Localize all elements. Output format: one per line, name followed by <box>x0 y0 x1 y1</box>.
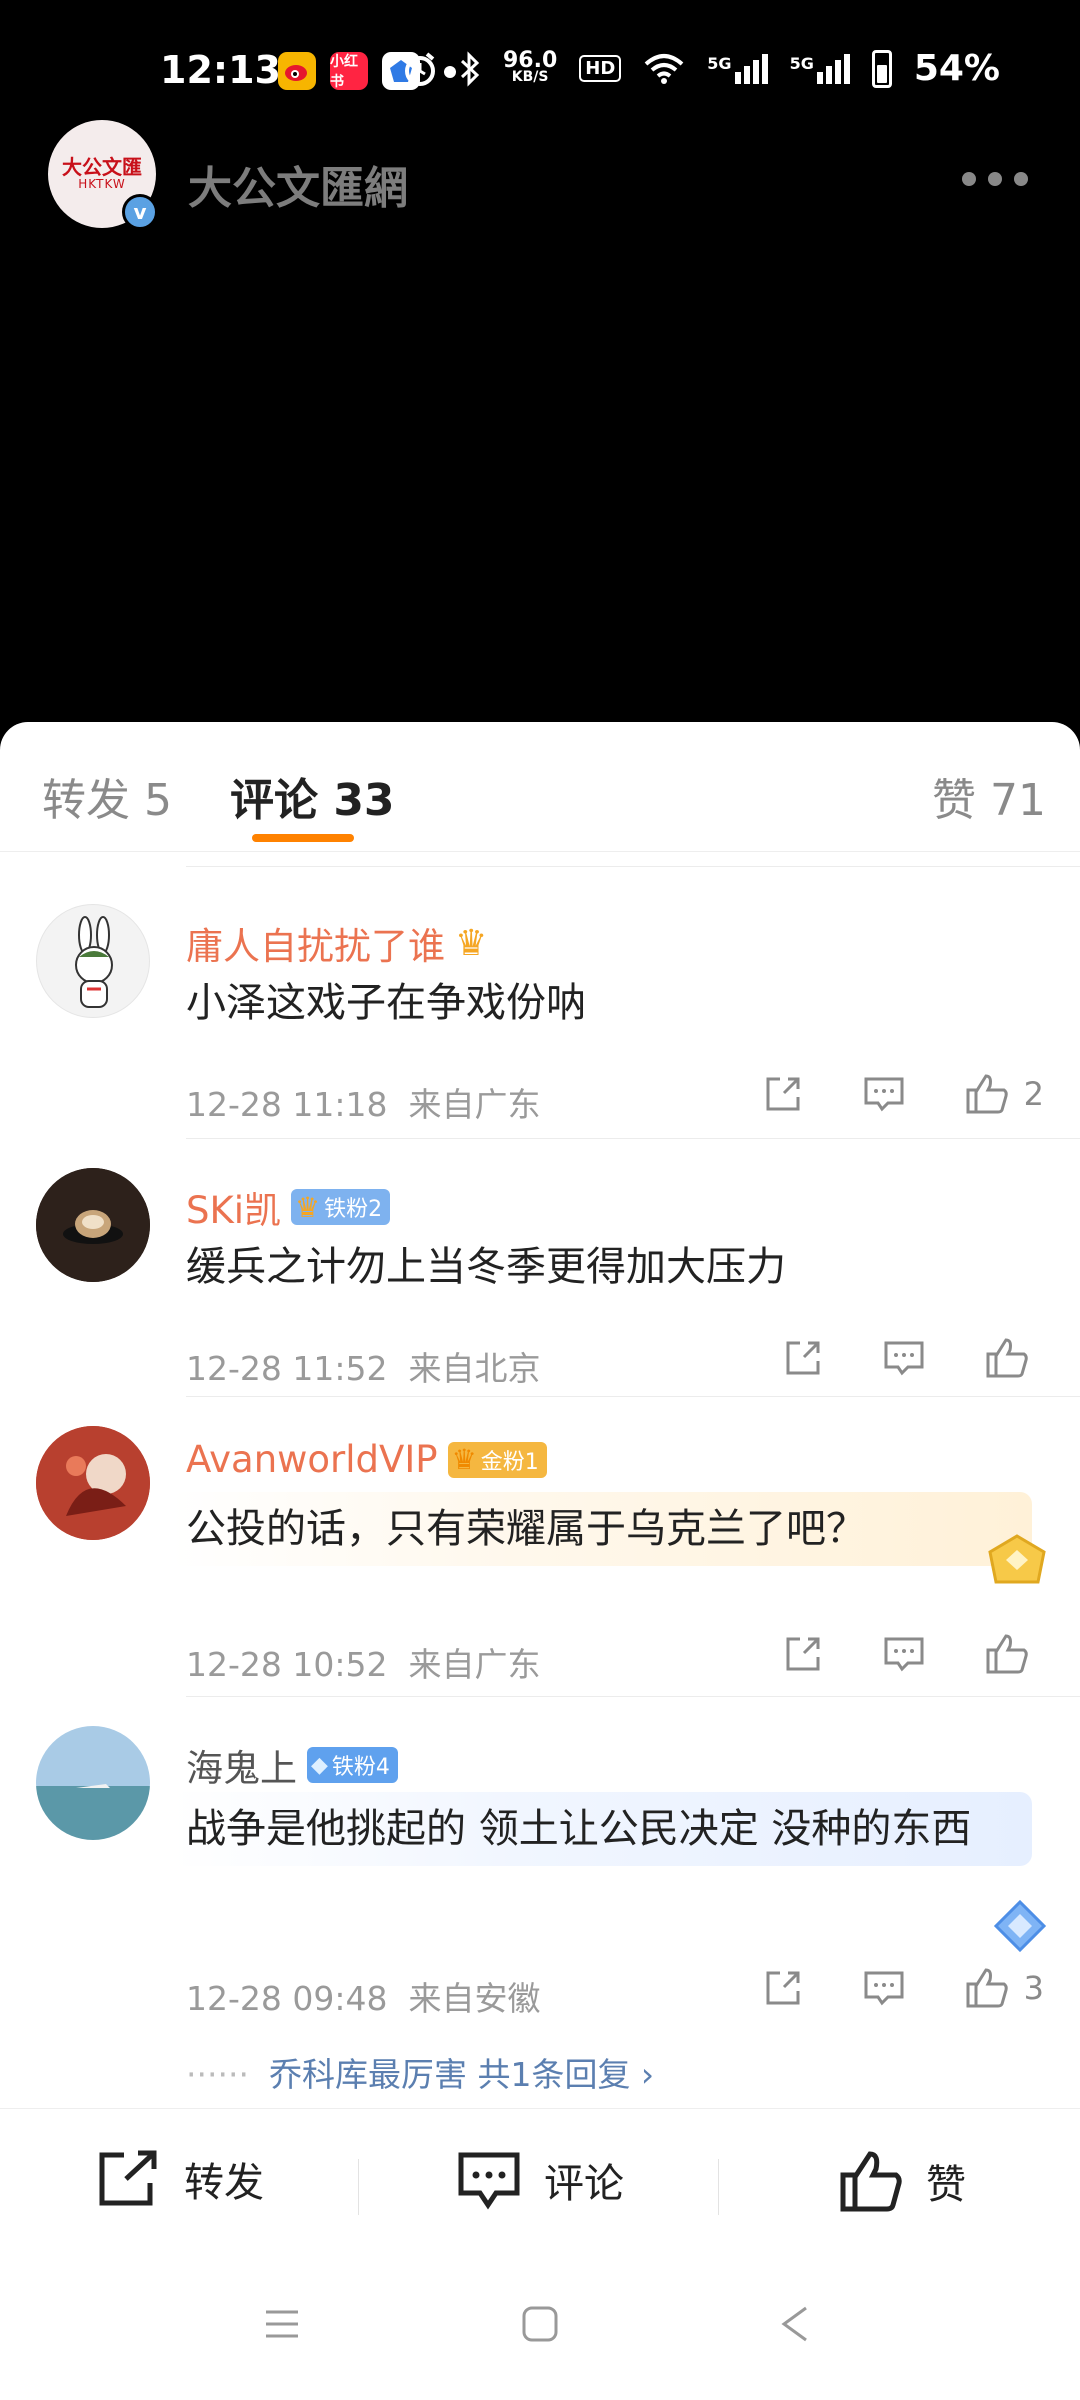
status-icons: 96.0 KB/S HD 5G 5G 54% <box>403 48 1000 89</box>
tab-bar: 转发 5 评论 33 赞 71 <box>0 722 1080 852</box>
home-nav-icon[interactable] <box>520 2304 560 2348</box>
more-options-icon[interactable] <box>962 172 1028 186</box>
comment-button[interactable]: 评论 <box>456 2149 624 2211</box>
share-icon <box>766 1077 800 1111</box>
signal-2-icon: 5G <box>790 53 850 84</box>
bottom-action-bar: 转发 评论 赞 <box>0 2108 1080 2258</box>
thumbs-up-icon <box>966 1968 1008 2008</box>
username[interactable]: 庸人自扰扰了谁 ♛ <box>186 916 487 970</box>
share-icon <box>766 1971 800 2005</box>
status-time: 12:13 <box>160 48 281 92</box>
like-count: 3 <box>1023 1969 1044 2007</box>
user-avatar[interactable] <box>36 1168 150 1282</box>
thumbs-up-icon <box>966 1074 1008 1114</box>
username[interactable]: SKi凯 ♛ 铁粉2 <box>186 1180 391 1234</box>
reply-button[interactable] <box>862 1073 906 1115</box>
comment-actions: 3 <box>762 1966 1044 2010</box>
comment-meta: 12-28 10:52 来自广东 <box>186 1645 541 1684</box>
profile-name[interactable]: 大公文匯網 <box>188 152 408 216</box>
reply-button[interactable] <box>882 1633 926 1675</box>
xiaohongshu-app-icon: 小红书 <box>330 52 368 90</box>
comment-icon <box>864 1077 904 1112</box>
user-avatar[interactable] <box>36 1426 150 1540</box>
share-button[interactable] <box>762 1967 804 2009</box>
like-button[interactable] <box>984 1632 1044 1676</box>
divider <box>186 1696 1080 1697</box>
comment-meta: 12-28 11:18 来自广东 <box>186 1085 541 1124</box>
user-avatar[interactable] <box>36 904 150 1018</box>
like-button[interactable]: 3 <box>964 1966 1044 2010</box>
like-button[interactable]: 赞 <box>838 2149 966 2213</box>
like-count: 2 <box>1023 1075 1044 1113</box>
comment-actions <box>782 1336 1044 1380</box>
system-nav-bar <box>0 2258 1080 2400</box>
like-button[interactable] <box>984 1336 1044 1380</box>
thumbs-up-icon <box>840 2151 902 2212</box>
username[interactable]: 海鬼上 ◆ 铁粉4 <box>186 1738 398 1792</box>
divider <box>186 1396 1080 1397</box>
fan-badge: ♛ 铁粉2 <box>291 1189 391 1225</box>
share-button[interactable] <box>782 1633 824 1675</box>
comment-actions <box>782 1632 1044 1676</box>
back-nav-icon[interactable] <box>776 2304 816 2348</box>
fan-badge: ◆ 铁粉4 <box>307 1747 398 1783</box>
comment-text: 战争是他挑起的 领土让公民决定 没种的东西 <box>172 1792 1032 1866</box>
comment-icon <box>884 1637 924 1672</box>
comment-icon <box>884 1341 924 1376</box>
bar-separator <box>358 2159 359 2215</box>
active-tab-indicator <box>252 834 354 842</box>
menu-nav-icon[interactable] <box>262 2304 302 2348</box>
share-icon <box>786 1341 820 1375</box>
logo-sub: HKTKW <box>78 177 126 191</box>
thumbs-up-icon <box>986 1634 1028 1674</box>
comment-meta: 12-28 11:52 来自北京 <box>186 1349 541 1388</box>
verified-icon: v <box>122 194 158 230</box>
net-speed: 96.0 KB/S <box>503 47 558 85</box>
tab-likes[interactable]: 赞 71 <box>932 764 1046 828</box>
battery-percent: 54% <box>913 48 1000 89</box>
repost-button[interactable]: 转发 <box>96 2149 264 2209</box>
reply-button[interactable] <box>862 1967 906 2009</box>
reply-dots: ······ <box>186 2055 249 2094</box>
divider <box>186 866 1080 867</box>
status-bar: 12:13 小红书 96.0 KB/S HD 5G 5G 54% <box>0 0 1080 140</box>
share-button[interactable] <box>782 1337 824 1379</box>
tab-reposts[interactable]: 转发 5 <box>42 764 172 828</box>
comment-actions: 2 <box>762 1072 1044 1116</box>
comment-meta: 12-28 09:48 来自安徽 <box>186 1979 541 2018</box>
comment-icon <box>458 2152 520 2210</box>
bluetooth-icon <box>460 50 480 87</box>
comment-text: 公投的话，只有荣耀属于乌克兰了吧？ <box>172 1492 1032 1566</box>
username[interactable]: AvanworldVIP ♛ 金粉1 <box>186 1438 547 1481</box>
user-avatar[interactable] <box>36 1726 150 1840</box>
crown-icon: ♛ <box>455 922 488 964</box>
logo-text: 大公文匯 <box>62 155 142 179</box>
wifi-icon <box>644 53 684 84</box>
tab-comments[interactable]: 评论 33 <box>230 764 395 828</box>
comment-text: 小泽这戏子在争戏份呐 <box>186 980 586 1026</box>
diamond-badge-icon <box>993 1899 1047 1953</box>
divider <box>186 1138 1080 1139</box>
gold-badge-icon <box>988 1534 1046 1584</box>
alarm-icon <box>405 51 435 86</box>
comment-text: 缓兵之计勿上当冬季更得加大压力 <box>186 1244 786 1290</box>
share-icon <box>786 1637 820 1671</box>
hd-icon: HD <box>579 55 622 82</box>
weibo-app-icon <box>278 52 316 90</box>
battery-icon <box>871 49 892 88</box>
share-button[interactable] <box>762 1073 804 1115</box>
bar-separator <box>718 2159 719 2215</box>
reply-button[interactable] <box>882 1337 926 1379</box>
comment-icon <box>864 1971 904 2006</box>
repost-icon <box>99 2150 157 2206</box>
reply-summary-link[interactable]: ······ 乔科库最厉害 共1条回复 › <box>186 2048 654 2096</box>
signal-1-icon: 5G <box>707 53 768 84</box>
fan-badge: ♛ 金粉1 <box>447 1441 547 1478</box>
like-button[interactable]: 2 <box>964 1072 1044 1116</box>
thumbs-up-icon <box>986 1338 1028 1378</box>
